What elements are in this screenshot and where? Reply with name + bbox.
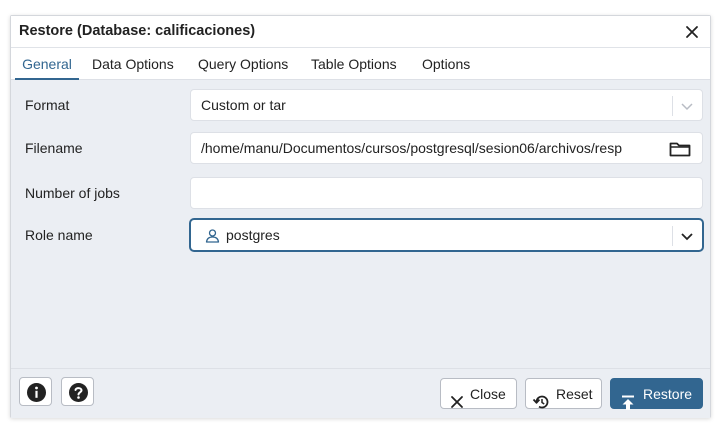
format-label: Format (25, 97, 70, 113)
close-button-label: Close (470, 386, 506, 402)
close-button[interactable]: Close (440, 378, 517, 409)
dialog-titlebar: Restore (Database: calificaciones) (11, 16, 710, 48)
tab-bar: General Data Options Query Options Table… (11, 48, 710, 80)
jobs-label: Number of jobs (25, 185, 120, 201)
general-panel: Format Custom or tar Filename /home/manu… (11, 80, 710, 368)
restore-button[interactable]: Restore (610, 378, 703, 410)
chevron-down-icon[interactable] (680, 229, 694, 243)
close-icon[interactable] (684, 24, 700, 40)
restore-button-label: Restore (643, 386, 693, 402)
select-separator (672, 226, 673, 246)
user-icon (205, 228, 220, 246)
dialog-title: Restore (Database: calificaciones) (19, 23, 256, 39)
folder-icon[interactable] (669, 141, 691, 160)
dialog-footer: Close Reset Restore (11, 368, 710, 418)
role-value: postgres (226, 227, 280, 243)
tab-data-options[interactable]: Data Options (92, 48, 174, 80)
help-button[interactable] (61, 377, 94, 406)
tab-options[interactable]: Options (422, 48, 470, 80)
reset-button-label: Reset (556, 386, 593, 402)
format-value: Custom or tar (201, 97, 286, 113)
restore-dialog: Restore (Database: calificaciones) Gener… (10, 15, 711, 418)
format-select[interactable]: Custom or tar (190, 89, 703, 121)
filename-field[interactable]: /home/manu/Documentos/cursos/postgresql/… (190, 132, 703, 164)
role-label: Role name (25, 227, 93, 243)
jobs-input[interactable] (190, 177, 703, 209)
chevron-down-icon[interactable] (680, 99, 694, 113)
role-select[interactable]: postgres (190, 219, 703, 251)
tab-table-options[interactable]: Table Options (311, 48, 397, 80)
tab-general[interactable]: General (15, 48, 79, 80)
info-button[interactable] (19, 377, 52, 406)
reset-button[interactable]: Reset (525, 378, 602, 409)
filename-label: Filename (25, 140, 83, 156)
select-separator (672, 96, 673, 116)
filename-value: /home/manu/Documentos/cursos/postgresql/… (201, 140, 622, 156)
tab-query-options[interactable]: Query Options (198, 48, 288, 80)
